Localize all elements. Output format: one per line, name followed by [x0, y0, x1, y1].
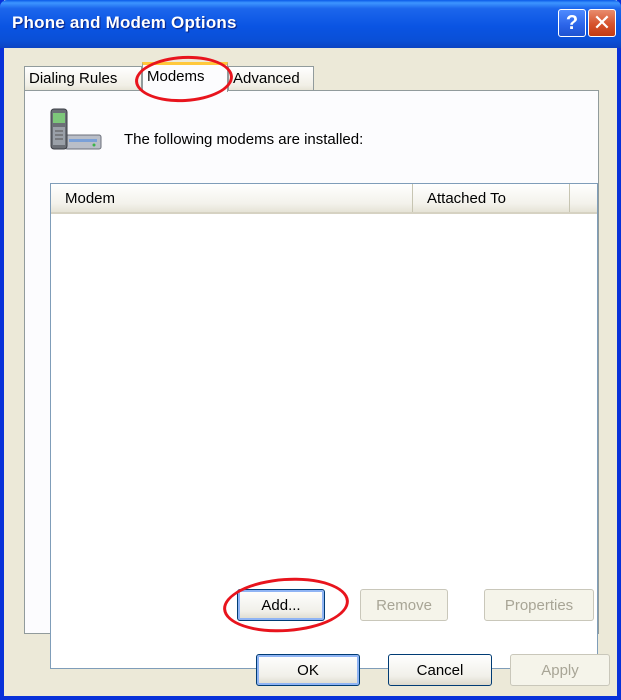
close-button[interactable]: ✕	[588, 9, 616, 37]
column-header-attached-to[interactable]: Attached To	[413, 184, 570, 212]
column-header-modem[interactable]: Modem	[51, 184, 413, 212]
apply-button[interactable]: Apply	[510, 654, 610, 686]
cancel-button[interactable]: Cancel	[388, 654, 492, 686]
title-bar[interactable]: Phone and Modem Options ? ✕	[0, 0, 621, 48]
question-mark-icon: ?	[565, 11, 579, 34]
tab-advanced[interactable]: Advanced	[228, 66, 314, 90]
tab-dialing-rules[interactable]: Dialing Rules	[24, 66, 142, 90]
tab-modems[interactable]: Modems	[142, 62, 228, 92]
phone-modem-icon	[50, 108, 102, 150]
add-button[interactable]: Add...	[237, 589, 325, 621]
window-title: Phone and Modem Options	[12, 13, 237, 32]
remove-button[interactable]: Remove	[360, 589, 448, 621]
phone-and-modem-options-window: Phone and Modem Options ? ✕ Dialing Rule…	[0, 0, 621, 700]
list-header: Modem Attached To	[51, 184, 597, 214]
help-button[interactable]: ?	[558, 9, 586, 37]
modems-tab-panel: The following modems are installed: Mode…	[24, 90, 599, 669]
installed-modems-label: The following modems are installed:	[124, 131, 364, 148]
ok-button[interactable]: OK	[256, 654, 360, 686]
properties-button[interactable]: Properties	[484, 589, 594, 621]
close-icon: ✕	[592, 10, 612, 35]
